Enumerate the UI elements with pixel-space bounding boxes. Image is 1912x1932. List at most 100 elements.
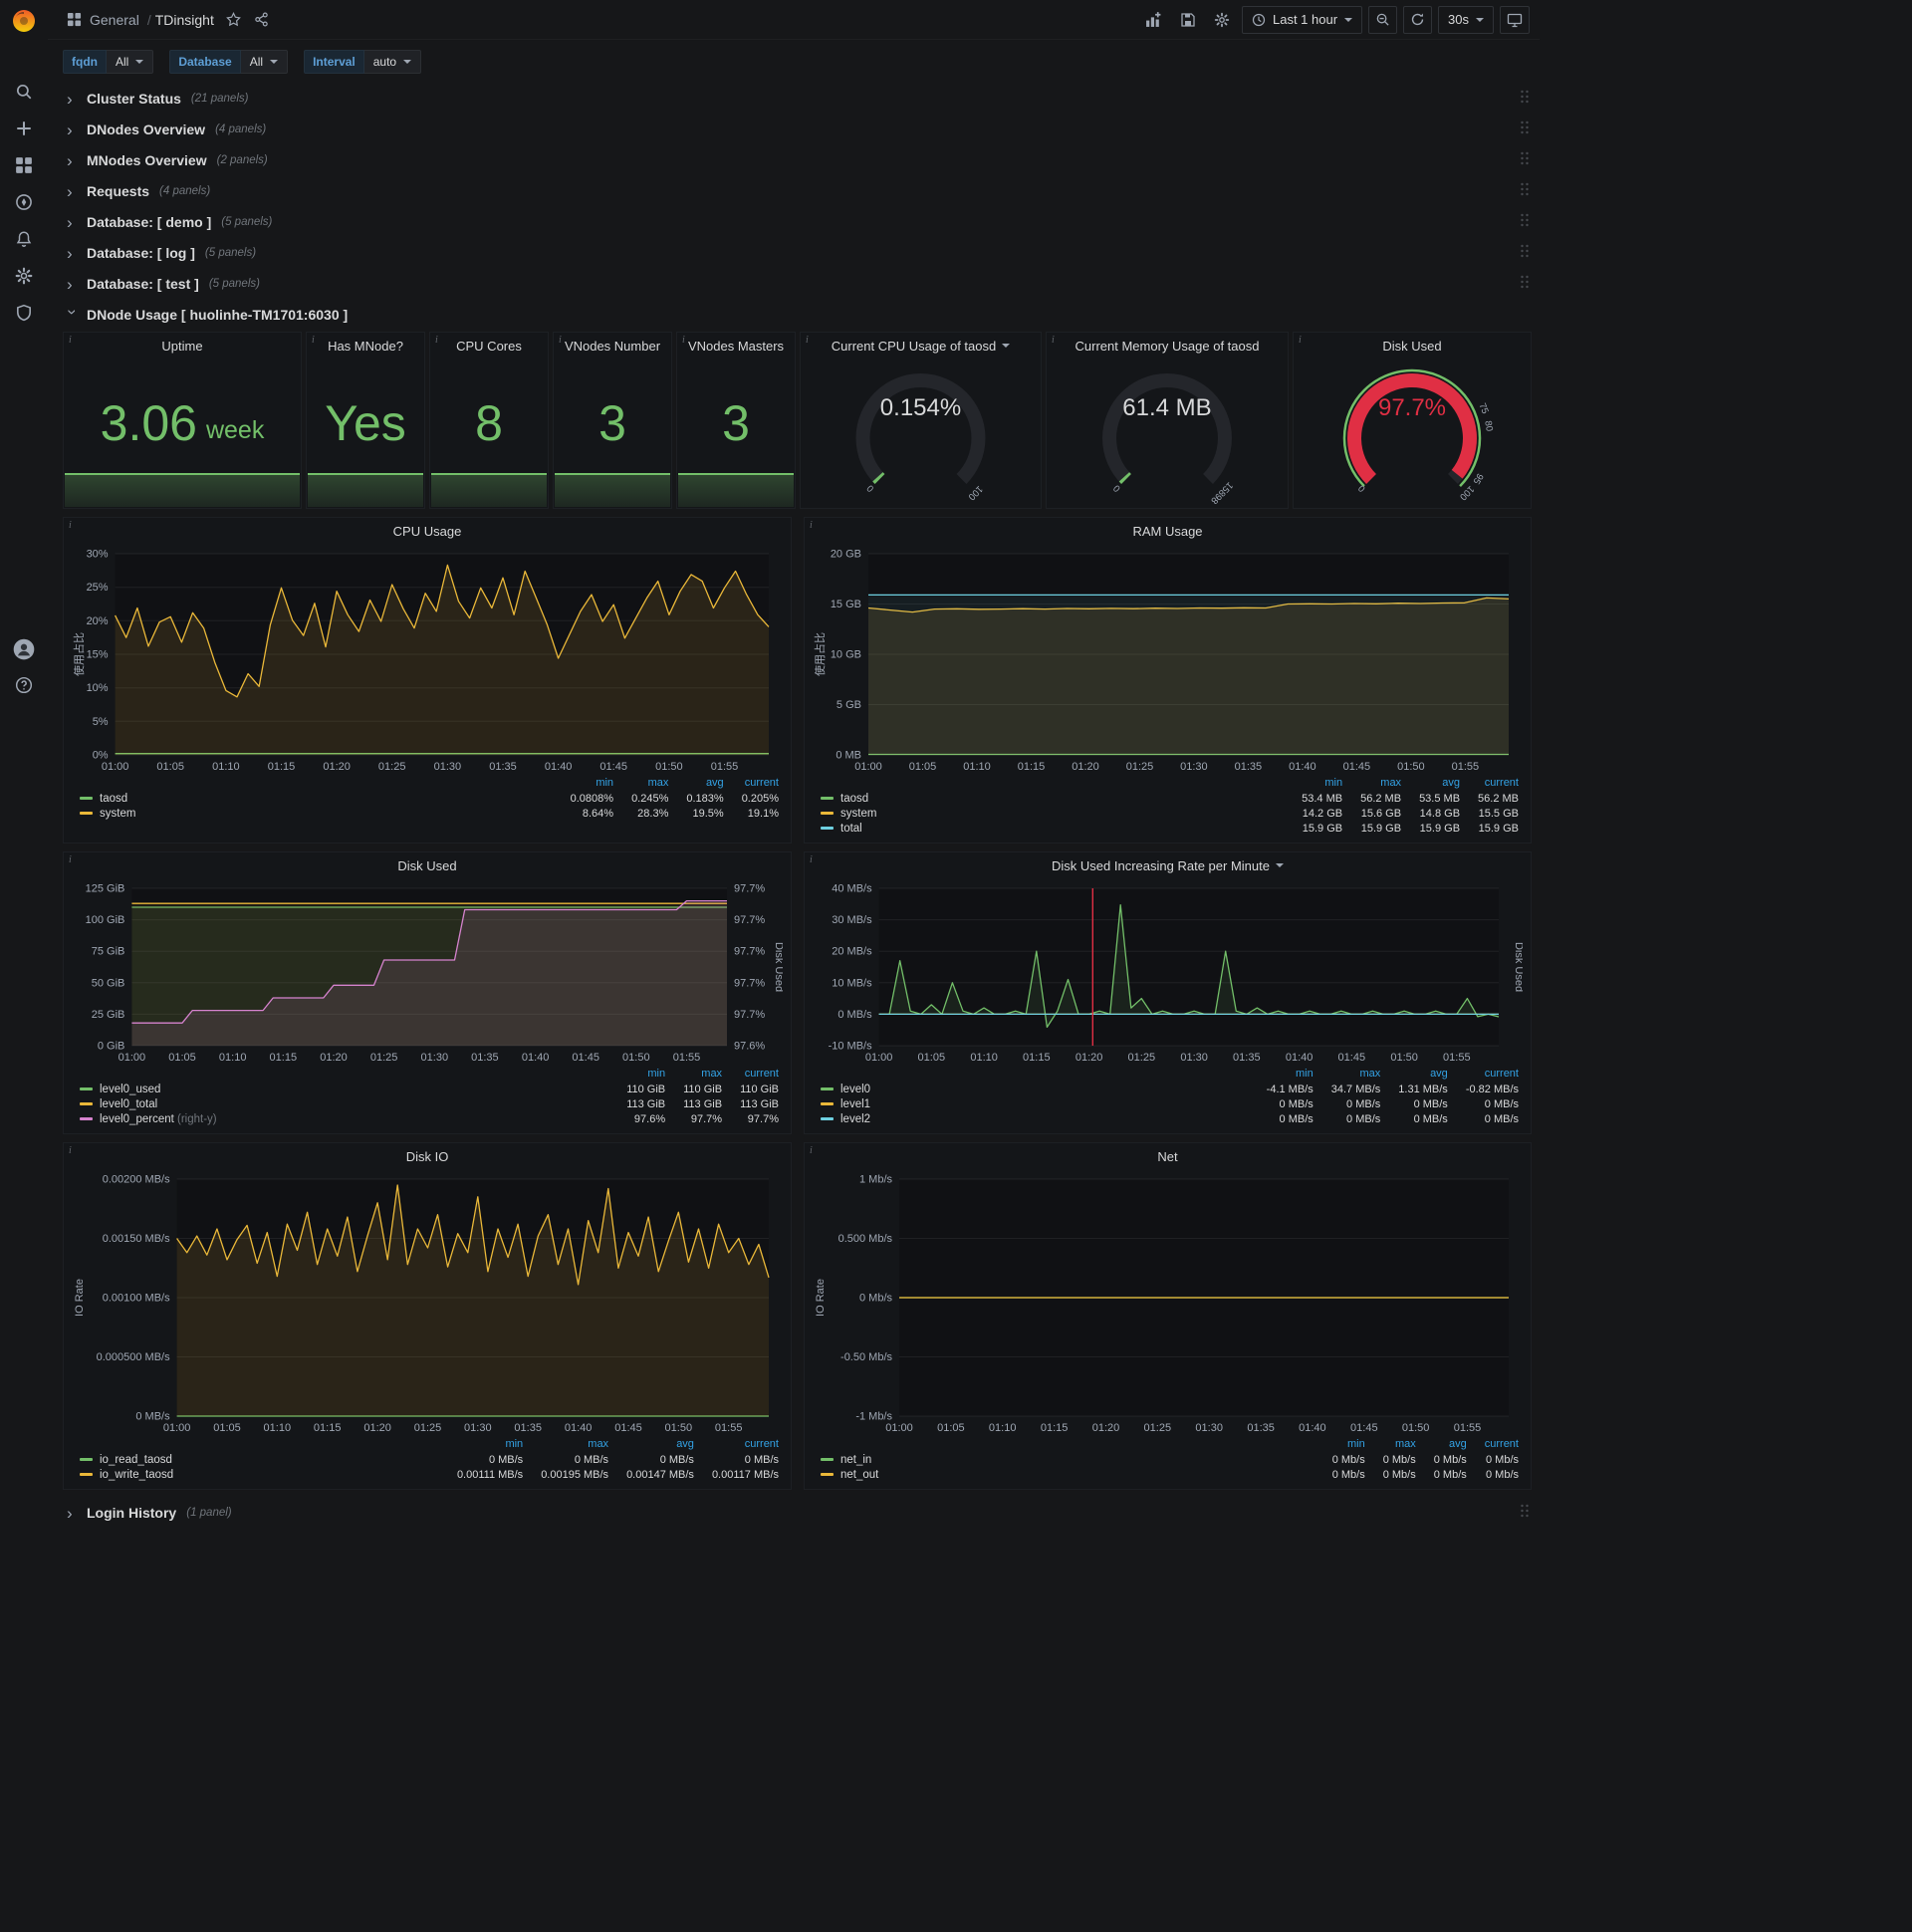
info-icon[interactable]: i	[312, 335, 315, 346]
panel-title[interactable]: Disk Used Increasing Rate per Minute	[805, 852, 1531, 878]
legend-column-header[interactable]: max	[613, 777, 669, 791]
variable-label[interactable]: Interval	[304, 50, 364, 74]
legend-series-name[interactable]: level0	[821, 1082, 1249, 1096]
legend-column-header[interactable]: max	[523, 1438, 608, 1452]
cycle-view-mode-button[interactable]	[1500, 5, 1530, 34]
legend-series-name[interactable]: level2	[821, 1111, 1249, 1126]
legend-series-name[interactable]: system	[80, 806, 553, 821]
row-drag-handle[interactable]	[1520, 243, 1530, 264]
info-icon[interactable]: i	[810, 1145, 813, 1156]
legend-column-header[interactable]: min	[1249, 1068, 1314, 1082]
legend-column-header[interactable]: max	[665, 1068, 722, 1082]
variable-value-dropdown[interactable]: All	[107, 50, 154, 74]
refresh-button[interactable]	[1403, 5, 1433, 34]
explore-compass-icon[interactable]	[12, 190, 36, 214]
disk-io-chart[interactable]: 0 MB/s 0.000500 MB/s 0.00100 MB/s 0.00150 M…	[72, 1171, 783, 1436]
row-dnodes-overview[interactable]: › DNodes Overview (4 panels)	[63, 115, 1532, 144]
configuration-gear-icon[interactable]	[12, 264, 36, 288]
legend-series-name[interactable]: level1	[821, 1096, 1249, 1111]
panel-title[interactable]: RAM Usage	[805, 518, 1531, 544]
user-avatar[interactable]	[12, 637, 36, 661]
help-icon[interactable]	[12, 673, 36, 697]
row-database-demo[interactable]: › Database: [ demo ] (5 panels)	[63, 207, 1532, 237]
info-icon[interactable]: i	[69, 854, 72, 865]
variable-value-dropdown[interactable]: All	[240, 50, 289, 74]
row-database-log[interactable]: › Database: [ log ] (5 panels)	[63, 238, 1532, 268]
legend-series-name[interactable]: level0_used	[80, 1082, 608, 1096]
legend-column-header[interactable]: current	[724, 777, 779, 791]
legend-series-name[interactable]: total	[821, 821, 1284, 836]
info-icon[interactable]: i	[806, 335, 809, 346]
legend-series-name[interactable]: net_in	[821, 1452, 1314, 1467]
legend-column-header[interactable]: min	[1314, 1438, 1365, 1452]
panel-title[interactable]: CPU Usage	[64, 518, 791, 544]
row-drag-handle[interactable]	[1520, 120, 1530, 140]
legend-column-header[interactable]: min	[1284, 777, 1342, 791]
disk-used-chart[interactable]: 0 GiB 97.6% 25 GiB 97.7% 50 GiB 97.7% 75 GiB 97…	[72, 880, 785, 1066]
refresh-interval-picker[interactable]: 30s	[1438, 5, 1494, 34]
time-range-picker[interactable]: Last 1 hour	[1241, 5, 1363, 34]
grafana-logo-icon[interactable]	[11, 8, 37, 34]
legend-series-name[interactable]: io_write_taosd	[80, 1467, 439, 1482]
variable-label[interactable]: fqdn	[63, 50, 107, 74]
row-drag-handle[interactable]	[1520, 1503, 1530, 1524]
info-icon[interactable]: i	[69, 335, 72, 346]
save-dashboard-icon[interactable]	[1174, 6, 1202, 34]
dashboard-grid-icon[interactable]	[60, 6, 88, 34]
disk-rate-chart[interactable]: -10 MB/s 0 MB/s 10 MB/s 20 MB/s 30 MB/s 40 MB…	[813, 880, 1525, 1066]
add-panel-icon[interactable]	[1140, 6, 1168, 34]
info-icon[interactable]: i	[1299, 335, 1302, 346]
legend-column-header[interactable]: current	[1448, 1068, 1519, 1082]
zoom-out-time-button[interactable]	[1368, 5, 1398, 34]
legend-series-name[interactable]: net_out	[821, 1467, 1314, 1482]
panel-title[interactable]: Disk Used	[64, 852, 791, 878]
legend-series-name[interactable]: taosd	[821, 791, 1284, 806]
panel-title[interactable]: VNodes Masters	[677, 333, 795, 359]
legend-column-header[interactable]: current	[722, 1068, 779, 1082]
info-icon[interactable]: i	[559, 335, 562, 346]
legend-column-header[interactable]: current	[1467, 1438, 1519, 1452]
row-dnode-usage[interactable]: › DNode Usage [ huolinhe-TM1701:6030 ]	[63, 300, 1532, 330]
panel-title[interactable]: Current Memory Usage of taosd	[1047, 333, 1288, 359]
legend-series-name[interactable]: level0_total	[80, 1096, 608, 1111]
row-database-test[interactable]: › Database: [ test ] (5 panels)	[63, 269, 1532, 299]
legend-series-name[interactable]: system	[821, 806, 1284, 821]
variable-value-dropdown[interactable]: auto	[363, 50, 422, 74]
info-icon[interactable]: i	[435, 335, 438, 346]
star-icon[interactable]	[220, 6, 248, 34]
server-admin-shield-icon[interactable]	[12, 301, 36, 325]
legend-column-header[interactable]: current	[694, 1438, 779, 1452]
info-icon[interactable]: i	[1052, 335, 1055, 346]
row-drag-handle[interactable]	[1520, 212, 1530, 233]
search-icon[interactable]	[12, 80, 36, 104]
info-icon[interactable]: i	[69, 1145, 72, 1156]
row-drag-handle[interactable]	[1520, 150, 1530, 171]
legend-series-name[interactable]: io_read_taosd	[80, 1452, 439, 1467]
info-icon[interactable]: i	[69, 520, 72, 531]
dashboard-settings-icon[interactable]	[1208, 6, 1236, 34]
legend-column-header[interactable]: avg	[1416, 1438, 1467, 1452]
row-requests[interactable]: › Requests (4 panels)	[63, 176, 1532, 206]
legend-column-header[interactable]: avg	[1401, 777, 1460, 791]
panel-title[interactable]: Net	[805, 1143, 1531, 1169]
legend-series-name[interactable]: level0_percent (right-y)	[80, 1111, 608, 1126]
row-cluster-status[interactable]: › Cluster Status (21 panels)	[63, 84, 1532, 114]
legend-column-header[interactable]: current	[1460, 777, 1519, 791]
legend-column-header[interactable]: avg	[668, 777, 724, 791]
net-chart[interactable]: -1 Mb/s -0.50 Mb/s 0 Mb/s 0.500 Mb/s 1 Mb/s 0…	[813, 1171, 1523, 1436]
info-icon[interactable]: i	[682, 335, 685, 346]
info-icon[interactable]: i	[810, 520, 813, 531]
legend-column-header[interactable]: max	[1342, 777, 1401, 791]
row-login-history[interactable]: › Login History (1 panel)	[63, 1498, 1532, 1528]
legend-column-header[interactable]: min	[608, 1068, 665, 1082]
ram-usage-chart[interactable]: 0 MB 5 GB 10 GB 15 GB 20 GB 01:00 01:05 01:10 01…	[813, 546, 1523, 775]
variable-label[interactable]: Database	[169, 50, 241, 74]
row-mnodes-overview[interactable]: › MNodes Overview (2 panels)	[63, 145, 1532, 175]
share-icon[interactable]	[248, 6, 276, 34]
breadcrumb-title[interactable]: TDinsight	[155, 12, 214, 28]
legend-column-header[interactable]: min	[439, 1438, 523, 1452]
row-drag-handle[interactable]	[1520, 181, 1530, 202]
panel-title[interactable]: Has MNode?	[307, 333, 424, 359]
legend-column-header[interactable]: max	[1365, 1438, 1416, 1452]
panel-title[interactable]: Disk Used	[1294, 333, 1531, 359]
